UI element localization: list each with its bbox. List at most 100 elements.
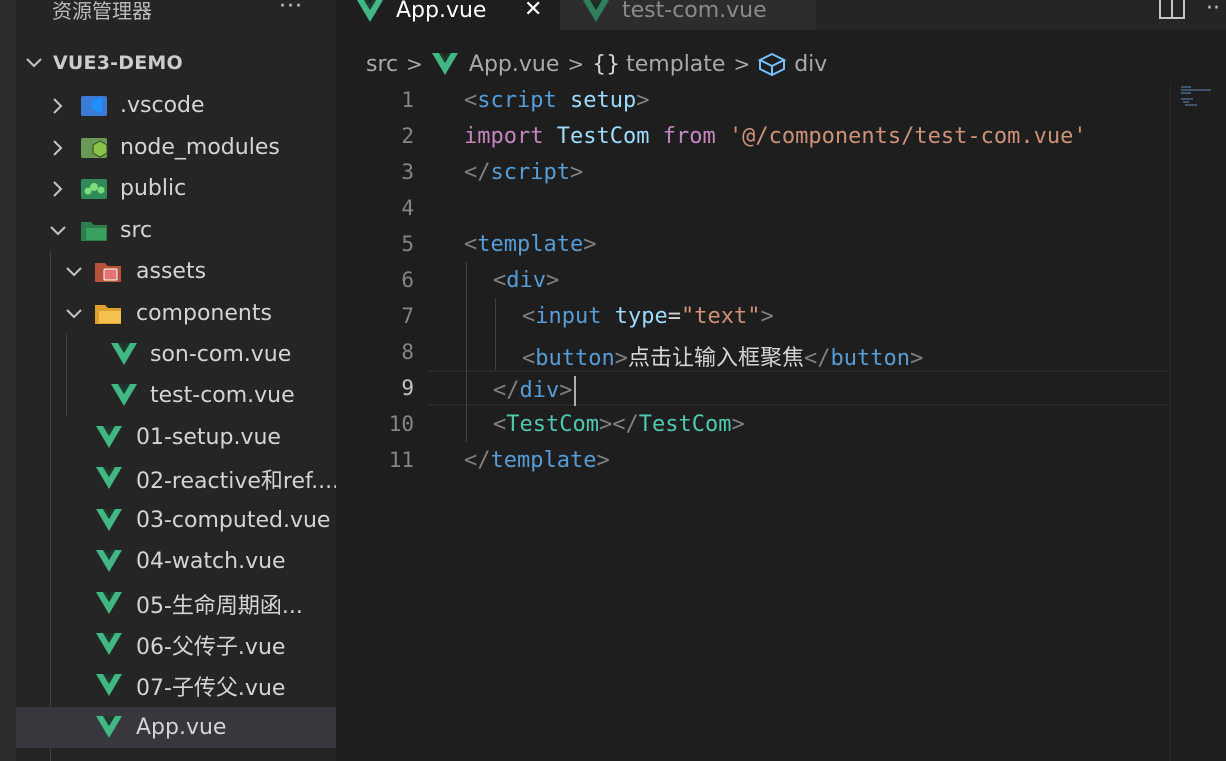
breadcrumb-separator: > <box>406 52 423 76</box>
tree-item-test-com[interactable]: test-com.vue <box>16 375 336 416</box>
tree-item-label: src <box>120 218 153 243</box>
line-number: 3 <box>401 160 414 184</box>
text-cursor <box>573 376 576 406</box>
line-number-current: 9 <box>401 376 414 400</box>
code-line-11: </template> <box>464 448 610 473</box>
tree-item-label: son-com.vue <box>150 342 292 367</box>
vue-file-icon <box>111 384 137 406</box>
code-line-8: <button>点击让输入框聚焦</button> <box>522 346 924 371</box>
chevron-right-icon <box>53 180 63 197</box>
code-editor[interactable]: 1 2 3 4 5 6 7 8 9 10 11 <script setup> i… <box>336 84 1170 761</box>
tree-item-label: node_modules <box>120 135 280 160</box>
tree-item-04-watch[interactable]: 04-watch.vue <box>16 541 336 582</box>
minimap-line <box>1181 86 1191 88</box>
breadcrumb-file[interactable]: App.vue <box>469 52 559 77</box>
tree-item-assets[interactable]: assets <box>16 251 336 292</box>
src-folder-icon <box>81 222 107 241</box>
tree-item-label: 04-watch.vue <box>136 549 286 574</box>
vue-file-icon <box>96 426 122 448</box>
code-line-2: import TestCom from '@/components/test-c… <box>464 124 1087 149</box>
breadcrumb-src[interactable]: src <box>366 52 398 77</box>
public-folder-icon <box>81 179 107 199</box>
code-line-9: </div> <box>493 376 576 406</box>
tree-item-src[interactable]: src <box>16 210 336 251</box>
tree-item-label: test-com.vue <box>150 383 295 408</box>
vue-file-icon <box>96 467 122 489</box>
tab-label: App.vue <box>396 0 487 23</box>
code-line-10: <TestCom></TestCom> <box>493 412 745 437</box>
code-line-1: <script setup> <box>464 88 650 113</box>
tree-item-app-vue[interactable]: App.vue <box>16 707 336 748</box>
minimap-line <box>1181 98 1193 100</box>
indent-guide <box>495 298 496 370</box>
vue-file-icon <box>111 343 137 365</box>
tree-item-public[interactable]: public <box>16 168 336 209</box>
vue-file-icon <box>96 674 122 696</box>
close-icon[interactable]: ✕ <box>524 0 542 22</box>
tree-item-01-setup[interactable]: 01-setup.vue <box>16 417 336 458</box>
tree-item-03-computed[interactable]: 03-computed.vue <box>16 500 336 541</box>
assets-folder-icon <box>95 263 121 282</box>
tree-item-05-lifecycle[interactable]: 05-生命周期函... <box>16 583 336 624</box>
vue-file-icon <box>96 633 122 655</box>
line-number: 11 <box>388 448 414 472</box>
minimap-line <box>1181 89 1211 91</box>
vue-file-icon <box>96 716 122 738</box>
tree-item-label: 05-生命周期函... <box>136 593 303 619</box>
line-number: 5 <box>401 232 414 256</box>
chevron-down-icon <box>66 308 82 318</box>
tree-item-vscode[interactable]: .vscode <box>16 85 336 126</box>
vue-file-icon <box>357 0 383 22</box>
chevron-right-icon <box>53 97 63 114</box>
line-number: 7 <box>401 304 414 328</box>
vue-file-icon <box>583 0 609 22</box>
components-folder-icon <box>95 305 121 324</box>
tree-root-vue3-demo[interactable]: VUE3-DEMO <box>16 42 336 83</box>
editor-tab-bar: App.vue ✕ test-com.vue ·· <box>336 0 1226 30</box>
tree-item-components[interactable]: components <box>16 293 336 334</box>
breadcrumb-separator: > <box>733 52 751 76</box>
vue-file-icon <box>431 53 458 75</box>
tab-app-vue[interactable]: App.vue ✕ <box>336 0 560 30</box>
tree-item-node-modules[interactable]: node_modules <box>16 127 336 168</box>
element-cube-icon <box>758 52 787 76</box>
code-line-3: </script> <box>464 160 584 185</box>
split-editor-icon[interactable] <box>1158 0 1186 20</box>
tree-item-02-reactive[interactable]: 02-reactive和ref.... <box>16 458 336 499</box>
line-number: 10 <box>388 412 414 436</box>
breadcrumb-separator: > <box>567 52 585 76</box>
tree-item-label: 02-reactive和ref.... <box>136 468 336 494</box>
tree-item-07-child-to-parent[interactable]: 07-子传父.vue <box>16 665 336 706</box>
minimap-line <box>1183 101 1189 103</box>
tab-test-com-vue[interactable]: test-com.vue <box>560 0 816 30</box>
node-folder-icon <box>81 138 108 158</box>
minimap-line <box>1185 104 1197 106</box>
more-actions-icon[interactable]: ·· <box>1206 0 1220 21</box>
minimap[interactable] <box>1170 84 1226 761</box>
explorer-sidebar: 资源管理器 ··· VUE3-DEMO .vscode node_modules… <box>0 0 336 761</box>
tree-item-06-parent-to-child[interactable]: 06-父传子.vue <box>16 624 336 665</box>
line-number: 8 <box>401 340 414 364</box>
vue-file-icon <box>96 509 122 531</box>
breadcrumb: src > App.vue > {} template > div <box>366 44 827 84</box>
activity-edge <box>0 0 16 761</box>
more-actions-icon[interactable]: ··· <box>279 0 303 19</box>
vscode-folder-icon <box>81 96 107 116</box>
breadcrumb-element[interactable]: div <box>794 52 827 77</box>
tree-root-label: VUE3-DEMO <box>53 51 183 74</box>
tree-item-label: components <box>136 301 272 326</box>
tab-label: test-com.vue <box>622 0 767 23</box>
tree-item-label: assets <box>136 259 207 284</box>
tree-item-son-com[interactable]: son-com.vue <box>16 334 336 375</box>
line-number: 1 <box>401 88 414 112</box>
explorer-title: 资源管理器 <box>52 0 152 23</box>
breadcrumb-template[interactable]: template <box>626 52 725 77</box>
chevron-down-icon <box>66 266 82 276</box>
braces-icon: {} <box>592 51 621 77</box>
code-line-5: <template> <box>464 232 597 257</box>
tree-item-label: 06-父传子.vue <box>136 634 286 660</box>
tree-item-label: 03-computed.vue <box>136 508 331 533</box>
tree-item-label: 07-子传父.vue <box>136 675 286 701</box>
line-number: 2 <box>401 124 414 148</box>
vue-file-icon <box>96 592 122 614</box>
